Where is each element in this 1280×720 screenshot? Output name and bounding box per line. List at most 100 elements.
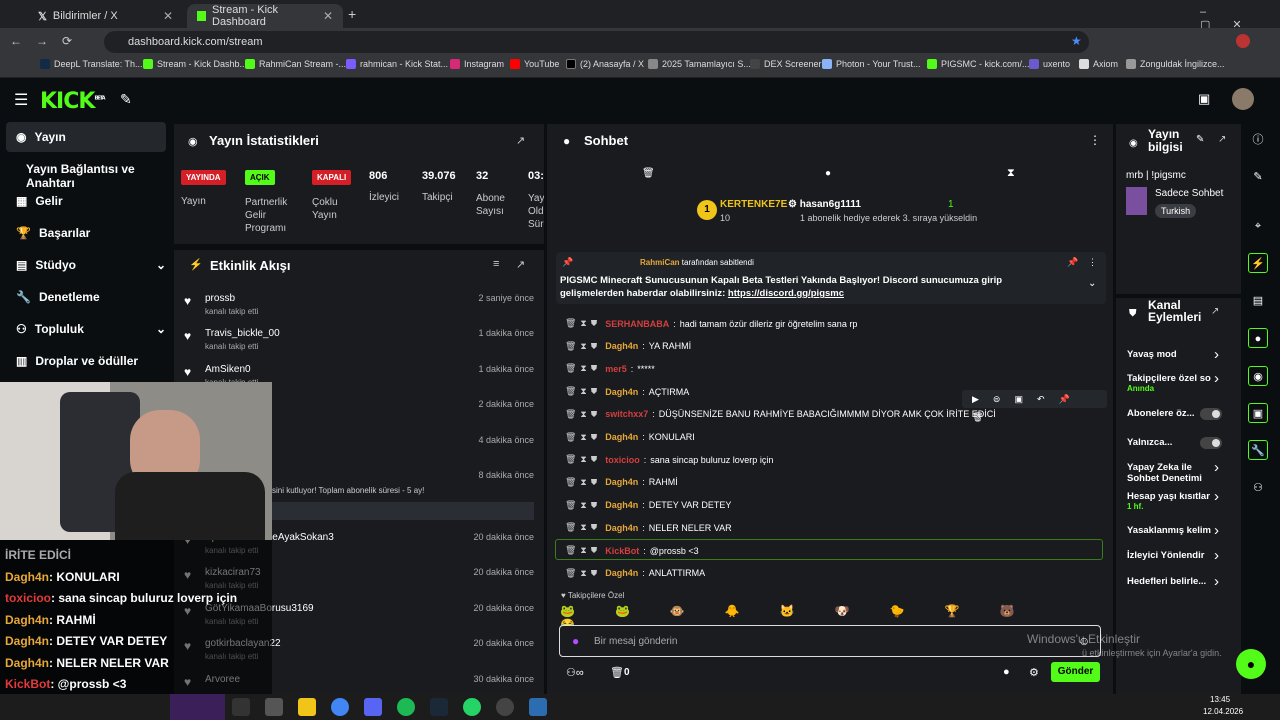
mod-actions-icon[interactable]: 🗑⧗⛊ <box>565 318 601 329</box>
chat-message[interactable]: 🗑⧗⛊ switchxx7: DÜŞÜNSENİZE BANU RAHMİYE BA… <box>565 409 996 420</box>
chat-username[interactable]: SERHANBABA <box>605 319 669 329</box>
bookmark-item[interactable]: Instagram <box>450 59 504 69</box>
trash-icon[interactable]: 🗑 <box>642 168 655 179</box>
discord-icon[interactable] <box>364 698 382 716</box>
sidebar-item-topluluk[interactable]: ⚇ Topluluk ⌄ <box>16 322 166 336</box>
viewer-presence-icon[interactable]: ⚇∞ <box>566 666 584 679</box>
folder-icon[interactable] <box>298 698 316 716</box>
event-user[interactable]: Travis_bickle_00 <box>205 328 280 339</box>
lightning-icon[interactable]: ⚡ <box>1248 253 1268 273</box>
toggle-switch[interactable] <box>1200 437 1222 449</box>
chevron-right-icon[interactable]: › <box>1214 522 1219 539</box>
channel-action-item[interactable]: İzleyici Yönlendir <box>1127 550 1223 561</box>
channel-action-item[interactable]: Hesap yaşı kısıtlar 1 hf. <box>1127 491 1223 511</box>
kick-logo[interactable]: KICKBETA <box>40 89 106 114</box>
help-chat-icon[interactable]: ● <box>1236 649 1266 679</box>
mod-actions-icon[interactable]: 🗑⧗⛊ <box>565 477 601 488</box>
bookmark-item[interactable]: (2) Anasayfa / X <box>566 59 644 69</box>
chat-username[interactable]: mer5 <box>605 364 627 374</box>
edit-icon[interactable]: ✎ <box>1196 134 1204 145</box>
preview-icon[interactable]: ▣ <box>1198 91 1210 107</box>
chevron-down-icon[interactable]: ⌄ <box>1088 278 1096 289</box>
sidebar-item-yayin-baglantisi[interactable]: Yayın Bağlantısı ve Anahtarı <box>26 162 172 190</box>
bookmark-item[interactable]: DEX Screener <box>750 59 822 69</box>
mod-actions-icon[interactable]: 🗑⧗⛊ <box>565 522 601 533</box>
mod-actions-icon[interactable]: 🗑⧗⛊ <box>565 432 601 443</box>
channel-action-item[interactable]: Takipçilere özel so Anında <box>1127 373 1223 393</box>
chat-bubble-icon[interactable]: ● <box>1003 666 1010 678</box>
popout-icon[interactable]: ↗ <box>516 134 525 147</box>
chat-message[interactable]: 🗑⧗⛊ mer5: ***** <box>565 363 655 374</box>
chrome-icon[interactable] <box>331 698 349 716</box>
sidebar-item-gelir[interactable]: ▦ Gelir <box>16 194 63 208</box>
channel-action-item[interactable]: Hedefleri belirle... <box>1127 576 1223 587</box>
hourglass-icon[interactable]: ⧗ <box>1007 167 1015 180</box>
broadcast-icon[interactable]: ◉ <box>1248 366 1268 386</box>
sidebar-item-studyo[interactable]: ▤ Stüdyo ⌄ <box>16 258 166 272</box>
send-button[interactable]: Gönder <box>1051 662 1100 682</box>
chevron-right-icon[interactable]: › <box>1214 488 1219 505</box>
wrench-icon[interactable]: 🔧 <box>1248 440 1268 460</box>
community-icon[interactable]: ⚇ <box>1248 478 1268 498</box>
sidebar-item-basarilar[interactable]: 🏆 Başarılar <box>16 226 90 240</box>
new-tab-icon[interactable]: + <box>348 6 356 22</box>
chat-username[interactable]: Dagh4n <box>605 341 638 351</box>
url-field[interactable]: dashboard.kick.com/stream <box>104 31 1089 53</box>
bookmark-item[interactable]: uxento <box>1029 59 1070 69</box>
whatsapp-icon[interactable] <box>463 698 481 716</box>
chat-username[interactable]: Dagh4n <box>605 477 638 487</box>
steam-icon[interactable] <box>430 698 448 716</box>
bookmark-item[interactable]: YouTube <box>510 59 559 69</box>
task-view-icon[interactable] <box>232 698 250 716</box>
chat-username[interactable]: Dagh4n <box>605 568 638 578</box>
sidebar-item-denetleme[interactable]: 🔧 Denetleme <box>16 290 100 304</box>
mod-actions-icon[interactable]: 🗑⧗⛊ <box>565 341 601 352</box>
sidebar-item-droplar[interactable]: ▥ Droplar ve ödüller <box>16 354 138 368</box>
info-icon[interactable]: ⓘ <box>1248 130 1268 150</box>
bookmark-item[interactable]: rahmican - Kick Stat... <box>346 59 448 69</box>
profile-avatar-icon[interactable] <box>1236 34 1250 48</box>
chevron-right-icon[interactable]: › <box>1214 370 1219 387</box>
spotify-icon[interactable] <box>397 698 415 716</box>
chevron-right-icon[interactable]: › <box>1214 573 1219 590</box>
toggle-switch[interactable] <box>1200 408 1222 420</box>
chevron-right-icon[interactable]: › <box>1214 547 1219 564</box>
trash-icon[interactable]: 🗑 <box>610 666 624 679</box>
emote-row[interactable]: 🐸🐸🐵🐥🐱🐶🐤🏆🐻😂 <box>560 604 1105 632</box>
bookmark-item[interactable]: 2025 Tamamlayıcı S... <box>648 59 751 69</box>
channel-action-item[interactable]: Yasaklanmış kelim <box>1127 525 1223 536</box>
chevron-right-icon[interactable]: › <box>1214 346 1219 363</box>
close-icon[interactable]: ✕ <box>323 9 333 23</box>
tab-bildirimler[interactable]: 𝕏 Bildirimler / X ✕ <box>28 4 183 28</box>
chat-input[interactable]: ● Bir mesaj gönderin ☺ <box>559 625 1101 657</box>
pinned-message[interactable]: 📌 RahmiCan tarafından sabitlendi 📌 ⋮ PIG… <box>556 252 1106 304</box>
mod-actions-icon[interactable]: 🗑⧗⛊ <box>565 500 601 511</box>
preview-icon[interactable]: ▣ <box>1248 403 1268 423</box>
chat-username[interactable]: switchxx7 <box>605 409 648 419</box>
chat-username[interactable]: Dagh4n <box>605 432 638 442</box>
channel-action-item[interactable]: Yapay Zeka ile Sohbet Denetimi <box>1127 462 1223 484</box>
channel-action-item[interactable]: Yavaş mod <box>1127 349 1223 360</box>
obs-icon[interactable] <box>496 698 514 716</box>
chat-message[interactable]: 🗑⧗⛊ Dagh4n: NELER NELER VAR <box>565 522 732 533</box>
bookmark-item[interactable]: Axiom <box>1079 59 1118 69</box>
message-actions-toolbar[interactable]: ▶⊜▣↶📌🗑 <box>962 390 1107 422</box>
chat-message[interactable]: 🗑⧗⛊ toxicioo: sana sincap buluruz loverp i… <box>565 454 773 465</box>
chevron-right-icon[interactable]: › <box>1214 459 1219 476</box>
chat-message[interactable]: 🗑⧗⛊ Dagh4n: DETEY VAR DETEY <box>565 500 731 511</box>
nav-buttons-icon[interactable]: ←→⟳ <box>10 34 86 48</box>
chat-bubble-icon[interactable]: ● <box>825 168 831 179</box>
bookmark-item[interactable]: PIGSMC - kick.com/... <box>927 59 1030 69</box>
chat-message[interactable]: 🗑⧗⛊ Dagh4n: YA RAHMİ <box>565 341 691 352</box>
chat-username[interactable]: Dagh4n <box>605 387 638 397</box>
tab-kick-dashboard[interactable]: Stream - Kick Dashboard ✕ <box>187 4 343 28</box>
focus-icon[interactable]: ⌖ <box>1248 216 1268 236</box>
bookmark-item[interactable]: Photon - Your Trust... <box>822 59 921 69</box>
popout-icon[interactable]: ↗ <box>516 258 525 271</box>
chat-message[interactable]: 🗑⧗⛊ SERHANBABA: hadi tamam özür dileriz gi… <box>565 318 857 329</box>
document-icon[interactable]: ▤ <box>1248 291 1268 311</box>
more-options-icon[interactable]: ⋮ <box>1088 257 1097 268</box>
chat-username[interactable]: Dagh4n <box>605 500 638 510</box>
mod-actions-icon[interactable]: 🗑⧗⛊ <box>565 363 601 374</box>
chat-message[interactable]: 🗑⧗⛊ Dagh4n: AÇTIRMA <box>565 386 689 397</box>
